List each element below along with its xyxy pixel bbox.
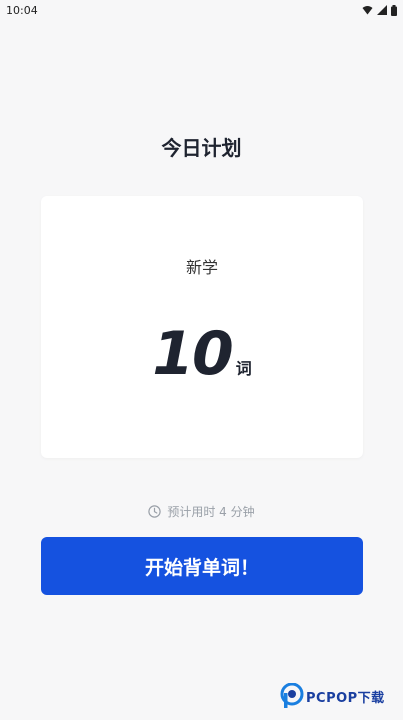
plan-card: 新学 10 词 <box>41 196 363 458</box>
status-bar: 10:04 <box>0 0 403 20</box>
page-title: 今日计划 <box>161 136 242 160</box>
word-count-row: 10 词 <box>41 324 363 384</box>
watermark: PCPOP下载 <box>280 683 385 709</box>
new-words-label: 新学 <box>185 258 218 277</box>
status-icons <box>362 4 397 16</box>
clock-icon <box>148 505 162 518</box>
word-count-value: 10 <box>152 319 233 389</box>
pcpop-logo-icon <box>280 683 304 708</box>
status-time: 10:04 <box>6 3 38 17</box>
estimated-time: 预计用时 4 分钟 <box>0 503 403 520</box>
signal-icon <box>377 5 387 15</box>
word-count-unit: 词 <box>235 359 252 378</box>
watermark-text: PCPOP下载 <box>306 690 385 706</box>
battery-icon <box>391 4 397 16</box>
start-learning-button[interactable]: 开始背单词！ <box>41 537 363 595</box>
estimated-time-text: 预计用时 4 分钟 <box>167 505 255 519</box>
wifi-icon <box>362 6 373 15</box>
